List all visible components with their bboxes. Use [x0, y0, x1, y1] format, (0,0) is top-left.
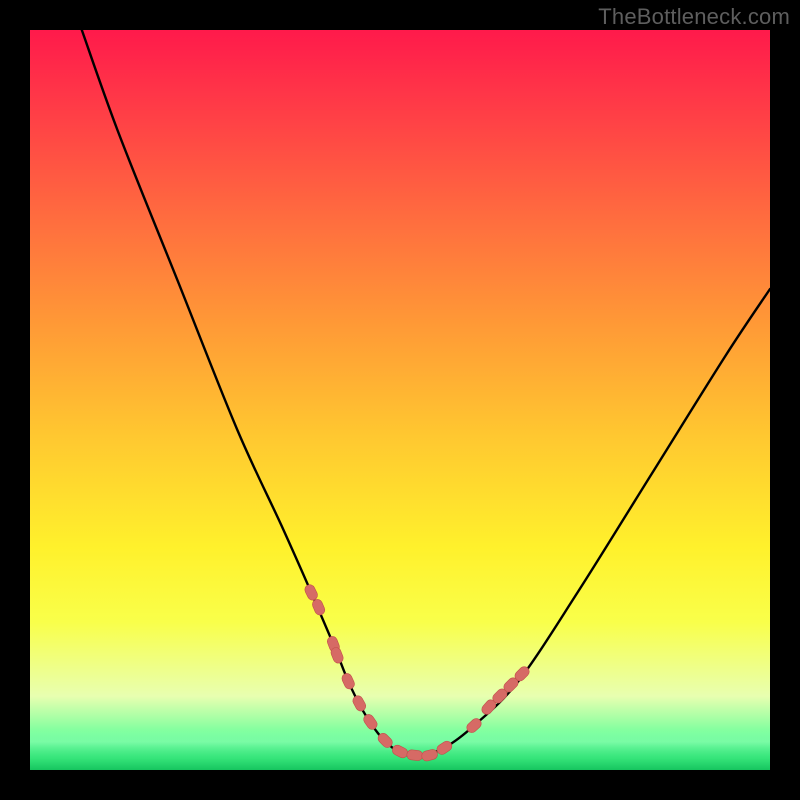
- marker-group: [303, 583, 531, 762]
- marker-dash: [340, 672, 356, 691]
- marker-dash: [435, 739, 454, 756]
- marker-dash: [311, 598, 326, 617]
- curve-layer: [30, 30, 770, 770]
- marker-dash: [303, 583, 319, 602]
- marker-dash: [406, 749, 423, 761]
- chart-frame: TheBottleneck.com: [0, 0, 800, 800]
- marker-dash: [351, 694, 367, 713]
- marker-dash: [421, 748, 439, 762]
- watermark-text: TheBottleneck.com: [598, 4, 790, 30]
- plot-area: [30, 30, 770, 770]
- bottleneck-curve: [82, 30, 770, 756]
- marker-dash: [391, 743, 410, 759]
